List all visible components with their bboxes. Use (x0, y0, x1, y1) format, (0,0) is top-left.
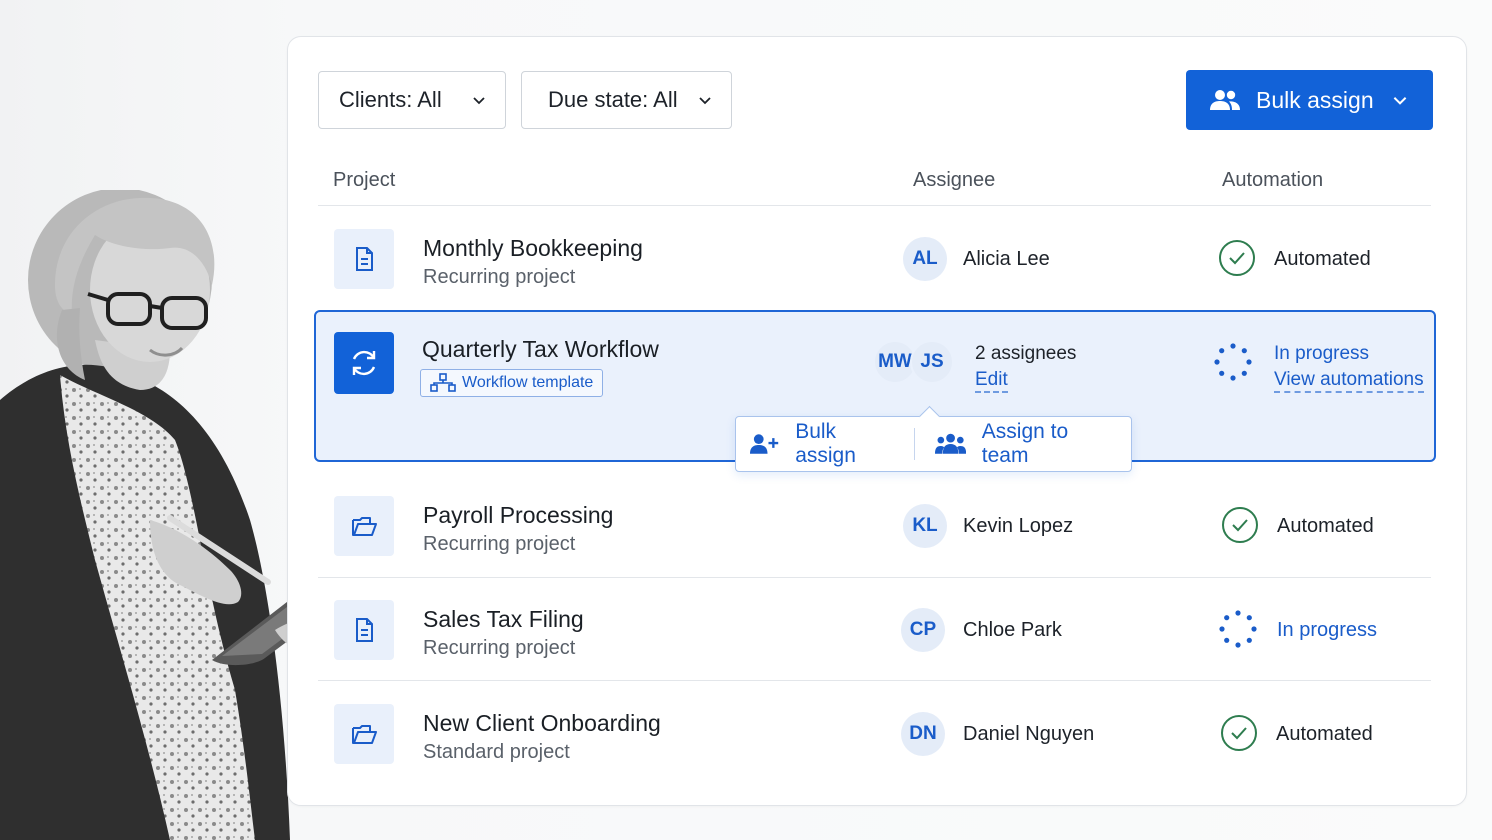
project-title: Quarterly Tax Workflow (422, 336, 659, 362)
project-subtitle: Recurring project (423, 637, 576, 659)
popover-assign-to-team-label: Assign to team (981, 420, 1069, 467)
workflow-icon (430, 373, 456, 392)
check-circle-icon (1222, 507, 1258, 543)
column-header-project: Project (333, 169, 396, 191)
table-row[interactable]: New Client Onboarding Standard project D… (318, 702, 1431, 786)
assign-popover: Bulk assign Assign to team (735, 405, 1132, 472)
folder-icon-tile (334, 496, 394, 556)
assignee-count: 2 assignees (975, 343, 1077, 364)
automation-status: Automated (1277, 515, 1374, 537)
column-header-assignee: Assignee (913, 169, 996, 191)
view-automations-link[interactable]: View automations (1274, 369, 1424, 393)
folder-icon (352, 725, 377, 744)
document-icon-tile (334, 229, 394, 289)
project-subtitle: Recurring project (423, 533, 576, 555)
check-circle-icon (1219, 240, 1255, 276)
sync-icon-tile (334, 332, 394, 394)
automation-status: In progress (1277, 619, 1378, 641)
project-title: Sales Tax Filing (423, 606, 584, 632)
workflow-template-label: Workflow template (462, 374, 594, 391)
table-row[interactable]: Sales Tax Filing Recurring project CP Ch… (318, 598, 1431, 682)
in-progress-spinner-icon (1214, 343, 1252, 381)
table-row[interactable]: Payroll Processing Recurring project KL … (318, 494, 1431, 578)
popover-bulk-assign[interactable]: Bulk assign (736, 417, 914, 471)
project-subtitle: Recurring project (423, 266, 576, 288)
chevron-down-icon (1393, 97, 1407, 105)
document-icon-tile (334, 600, 394, 660)
avatar: KL (903, 504, 947, 548)
assignee-name: Alicia Lee (963, 248, 1050, 270)
project-title: Monthly Bookkeeping (423, 235, 643, 261)
in-progress-spinner-icon (1219, 610, 1257, 648)
sync-icon (352, 350, 376, 376)
assignee-name: Daniel Nguyen (963, 723, 1095, 745)
automation-status: Automated (1274, 248, 1371, 270)
popover-assign-to-team[interactable]: Assign to team (915, 417, 1131, 471)
popover-bulk-assign-label: Bulk assign (795, 420, 856, 467)
people-icon (1210, 90, 1240, 110)
row-divider (318, 577, 1431, 578)
avatar: AL (903, 237, 947, 281)
avatar: CP (901, 608, 945, 652)
folder-icon (352, 517, 377, 536)
row-divider (318, 680, 1431, 681)
team-icon (934, 433, 966, 454)
column-header-automation: Automation (1222, 169, 1324, 191)
bulk-assign-label: Bulk assign (1256, 86, 1374, 113)
automation-status: In progress (1274, 343, 1370, 364)
assignee-name: Kevin Lopez (963, 515, 1074, 537)
automation-status: Automated (1276, 723, 1373, 745)
project-subtitle: Standard project (423, 741, 570, 763)
due-state-filter-label: Due state: All (548, 87, 678, 112)
due-state-filter-dropdown[interactable]: Due state: All (521, 71, 732, 129)
document-icon (356, 247, 373, 271)
document-icon (356, 618, 373, 642)
edit-assignees-link[interactable]: Edit (975, 369, 1008, 393)
chevron-down-icon (699, 97, 711, 105)
table-row[interactable]: Monthly Bookkeeping Recurring project AL… (318, 227, 1431, 311)
project-title: Payroll Processing (423, 502, 614, 528)
clients-filter-label: Clients: All (339, 87, 442, 112)
avatar: JS (910, 340, 954, 384)
bulk-assign-button[interactable]: Bulk assign (1186, 70, 1433, 130)
workflow-template-badge[interactable]: Workflow template (420, 369, 604, 397)
header-divider (318, 205, 1431, 206)
assignee-name: Chloe Park (963, 619, 1062, 641)
avatar: DN (901, 712, 945, 756)
project-title: New Client Onboarding (423, 710, 661, 736)
check-circle-icon (1221, 715, 1257, 751)
add-user-icon (750, 434, 779, 454)
clients-filter-dropdown[interactable]: Clients: All (318, 71, 506, 129)
chevron-down-icon (473, 97, 485, 105)
table-row-selected[interactable]: Quarterly Tax Workflow Workflow template… (314, 310, 1436, 472)
folder-icon-tile (334, 704, 394, 764)
